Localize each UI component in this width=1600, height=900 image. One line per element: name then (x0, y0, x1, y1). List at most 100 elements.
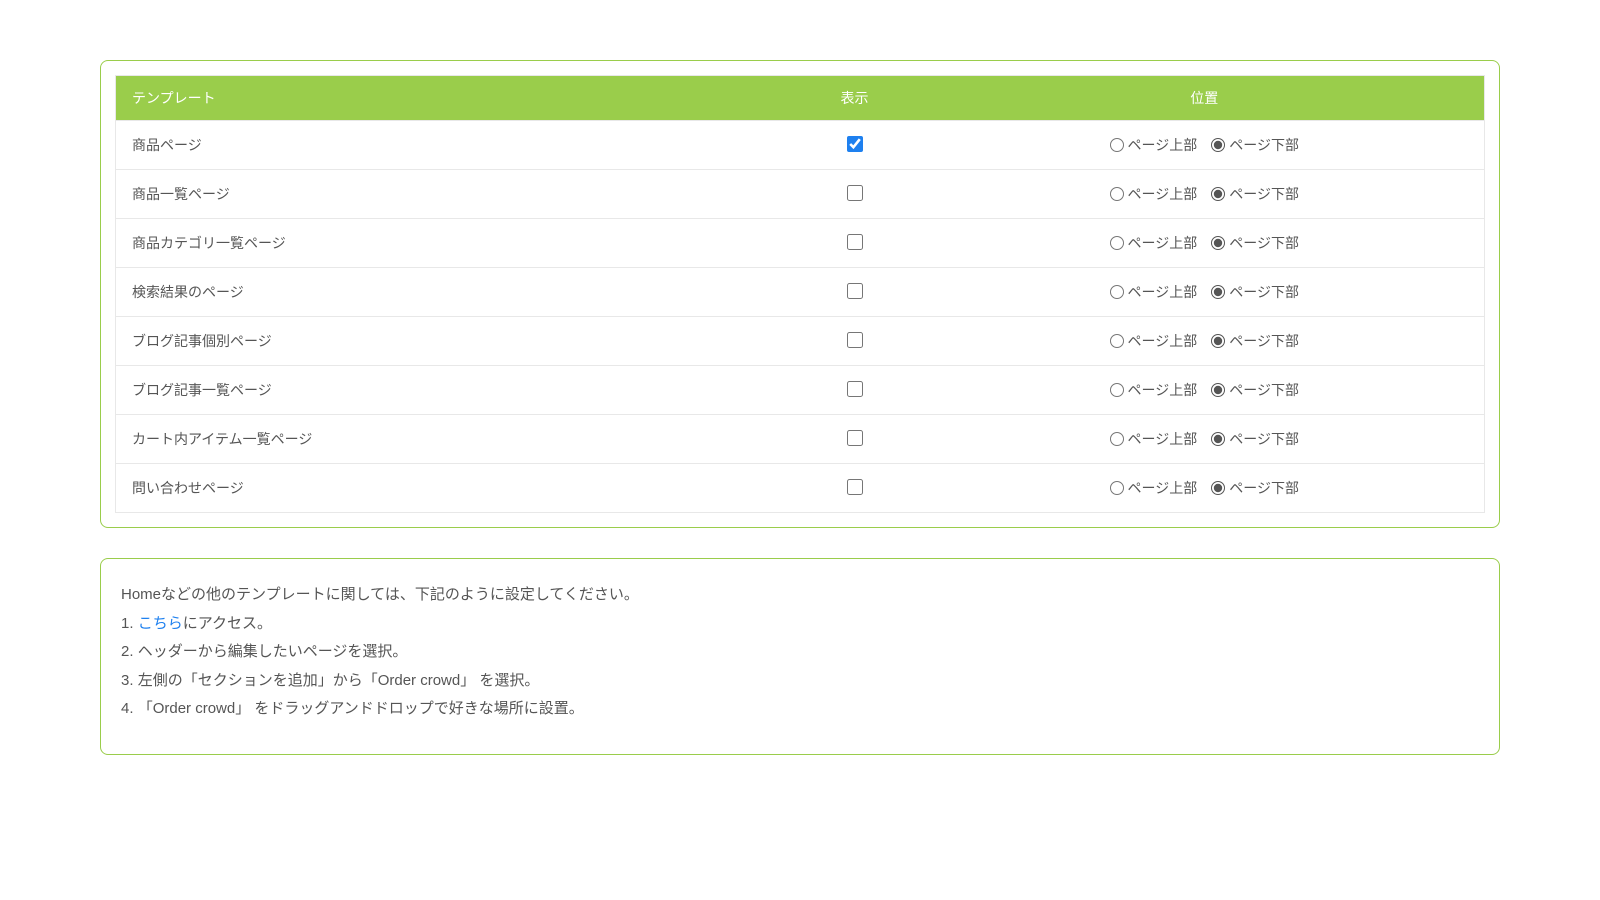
header-display: 表示 (785, 76, 925, 121)
position-radio-top[interactable] (1110, 236, 1124, 250)
position-label-bottom: ページ下部 (1229, 233, 1299, 253)
position-radio-group: ページ上部 ページ下部 (1110, 429, 1299, 449)
position-radio-top[interactable] (1110, 383, 1124, 397)
position-radio-bottom[interactable] (1211, 481, 1225, 495)
position-radio-group: ページ上部 ページ下部 (1110, 282, 1299, 302)
table-row: 商品ページ ページ上部 ページ下部 (116, 121, 1485, 170)
position-option-bottom[interactable]: ページ下部 (1211, 184, 1299, 204)
position-radio-top[interactable] (1110, 138, 1124, 152)
position-radio-top[interactable] (1110, 334, 1124, 348)
position-radio-group: ページ上部 ページ下部 (1110, 331, 1299, 351)
info-link[interactable]: こちら (138, 615, 183, 632)
position-radio-bottom[interactable] (1211, 138, 1225, 152)
info-panel: Homeなどの他のテンプレートに関しては、下記のように設定してください。 こちら… (100, 558, 1500, 755)
position-cell: ページ上部 ページ下部 (925, 366, 1485, 415)
position-cell: ページ上部 ページ下部 (925, 170, 1485, 219)
info-step-1-rest: にアクセス。 (183, 615, 272, 632)
display-checkbox[interactable] (847, 234, 863, 250)
position-label-bottom: ページ下部 (1229, 135, 1299, 155)
position-radio-bottom[interactable] (1211, 285, 1225, 299)
position-option-top[interactable]: ページ上部 (1110, 184, 1198, 204)
template-name: 商品カテゴリ一覧ページ (116, 219, 785, 268)
position-option-bottom[interactable]: ページ下部 (1211, 282, 1299, 302)
display-cell (785, 366, 925, 415)
position-cell: ページ上部 ページ下部 (925, 415, 1485, 464)
position-label-top: ページ上部 (1128, 282, 1198, 302)
position-radio-top[interactable] (1110, 481, 1124, 495)
position-radio-group: ページ上部 ページ下部 (1110, 478, 1299, 498)
table-row: 問い合わせページ ページ上部 ページ下部 (116, 464, 1485, 513)
position-radio-top[interactable] (1110, 285, 1124, 299)
display-checkbox[interactable] (847, 332, 863, 348)
position-radio-bottom[interactable] (1211, 334, 1225, 348)
position-label-top: ページ上部 (1128, 331, 1198, 351)
info-step-2: ヘッダーから編集したいページを選択。 (121, 638, 1479, 667)
position-radio-top[interactable] (1110, 187, 1124, 201)
position-radio-group: ページ上部 ページ下部 (1110, 135, 1299, 155)
position-label-bottom: ページ下部 (1229, 429, 1299, 449)
display-checkbox[interactable] (847, 381, 863, 397)
position-option-bottom[interactable]: ページ下部 (1211, 331, 1299, 351)
display-cell (785, 170, 925, 219)
info-step-4: 「Order crowd」 をドラッグアンドドロップで好きな場所に設置。 (121, 695, 1479, 724)
position-option-bottom[interactable]: ページ下部 (1211, 429, 1299, 449)
position-option-top[interactable]: ページ上部 (1110, 135, 1198, 155)
position-cell: ページ上部 ページ下部 (925, 268, 1485, 317)
position-label-bottom: ページ下部 (1229, 380, 1299, 400)
display-cell (785, 268, 925, 317)
position-option-top[interactable]: ページ上部 (1110, 282, 1198, 302)
position-label-bottom: ページ下部 (1229, 478, 1299, 498)
position-option-top[interactable]: ページ上部 (1110, 429, 1198, 449)
info-step-3: 左側の「セクションを追加」から「Order crowd」 を選択。 (121, 667, 1479, 696)
info-step-1: こちらにアクセス。 (121, 610, 1479, 639)
position-label-bottom: ページ下部 (1229, 184, 1299, 204)
position-option-bottom[interactable]: ページ下部 (1211, 233, 1299, 253)
position-option-top[interactable]: ページ上部 (1110, 331, 1198, 351)
display-checkbox[interactable] (847, 136, 863, 152)
position-cell: ページ上部 ページ下部 (925, 121, 1485, 170)
table-row: ブログ記事一覧ページページ上部ページ下部 (116, 366, 1485, 415)
position-label-top: ページ上部 (1128, 135, 1198, 155)
table-header-row: テンプレート 表示 位置 (116, 76, 1485, 121)
template-name: 問い合わせページ (116, 464, 785, 513)
position-radio-bottom[interactable] (1211, 383, 1225, 397)
position-option-top[interactable]: ページ上部 (1110, 478, 1198, 498)
display-checkbox[interactable] (847, 185, 863, 201)
template-table: テンプレート 表示 位置 商品ページページ上部ページ下部商品一覧ページページ上部… (115, 75, 1485, 513)
display-cell (785, 317, 925, 366)
position-label-top: ページ上部 (1128, 184, 1198, 204)
header-position: 位置 (925, 76, 1485, 121)
position-label-bottom: ページ下部 (1229, 331, 1299, 351)
position-radio-bottom[interactable] (1211, 236, 1225, 250)
display-checkbox[interactable] (847, 430, 863, 446)
position-cell: ページ上部 ページ下部 (925, 219, 1485, 268)
display-cell (785, 219, 925, 268)
position-radio-top[interactable] (1110, 432, 1124, 446)
position-option-top[interactable]: ページ上部 (1110, 233, 1198, 253)
template-name: 商品一覧ページ (116, 170, 785, 219)
template-name: 商品ページ (116, 121, 785, 170)
position-option-bottom[interactable]: ページ下部 (1211, 478, 1299, 498)
table-body: 商品ページページ上部ページ下部商品一覧ページページ上部ページ下部商品カテゴリ一覧… (116, 121, 1485, 513)
position-option-bottom[interactable]: ページ下部 (1211, 380, 1299, 400)
position-radio-bottom[interactable] (1211, 187, 1225, 201)
table-row: カート内アイテム一覧ページ ページ上部 ページ下部 (116, 415, 1485, 464)
header-template: テンプレート (116, 76, 785, 121)
display-cell (785, 464, 925, 513)
position-option-top[interactable]: ページ上部 (1110, 380, 1198, 400)
info-steps: こちらにアクセス。 ヘッダーから編集したいページを選択。 左側の「セクションを追… (121, 610, 1479, 724)
position-radio-group: ページ上部 ページ下部 (1110, 380, 1299, 400)
table-row: 商品カテゴリ一覧ページ ページ上部 ページ下部 (116, 219, 1485, 268)
display-checkbox[interactable] (847, 479, 863, 495)
position-option-bottom[interactable]: ページ下部 (1211, 135, 1299, 155)
template-name: カート内アイテム一覧ページ (116, 415, 785, 464)
position-cell: ページ上部 ページ下部 (925, 317, 1485, 366)
table-row: ブログ記事個別ページページ上部ページ下部 (116, 317, 1485, 366)
template-settings-panel: テンプレート 表示 位置 商品ページページ上部ページ下部商品一覧ページページ上部… (100, 60, 1500, 528)
position-label-bottom: ページ下部 (1229, 282, 1299, 302)
info-intro: Homeなどの他のテンプレートに関しては、下記のように設定してください。 (121, 581, 1479, 610)
position-label-top: ページ上部 (1128, 478, 1198, 498)
display-checkbox[interactable] (847, 283, 863, 299)
table-row: 検索結果のページページ上部ページ下部 (116, 268, 1485, 317)
position-radio-bottom[interactable] (1211, 432, 1225, 446)
